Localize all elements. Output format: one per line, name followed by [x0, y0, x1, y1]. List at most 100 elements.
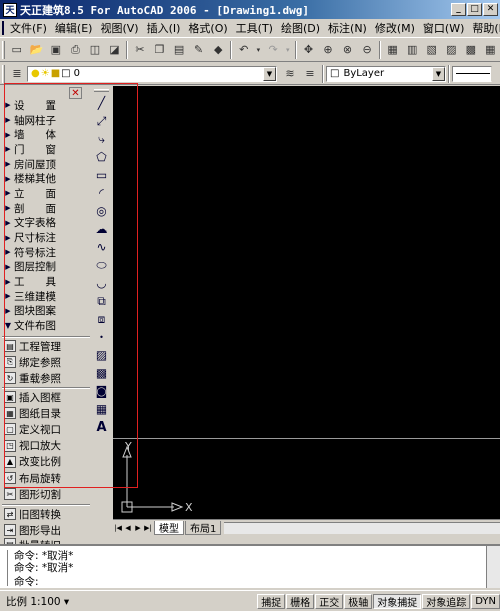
copy-icon[interactable]: ❐	[151, 41, 169, 59]
sub-item-export-graphic[interactable]: ⇥ 图形导出	[2, 522, 90, 538]
hatch-icon[interactable]: ▨	[93, 347, 110, 364]
command-window[interactable]: 命令: *取消* 命令: *取消* 命令:	[0, 544, 500, 588]
sub-item-convert-old[interactable]: ⇄ 旧图转换	[2, 506, 90, 522]
horizontal-scrollbar[interactable]	[224, 522, 500, 534]
category-item-stairs[interactable]: ▶ 楼梯其他	[2, 171, 90, 186]
color-dropdown[interactable]: □ ByLayer ▼	[326, 65, 446, 82]
undo-icon[interactable]: ↶	[235, 41, 253, 59]
layer-dropdown[interactable]: ● ☀ ■ □ 0 ▼	[27, 65, 277, 82]
ellipse-icon[interactable]: ⬭	[93, 257, 110, 274]
save-icon[interactable]: ▣	[47, 41, 65, 59]
document-icon[interactable]	[2, 21, 4, 35]
polyline-icon[interactable]: ⤷	[93, 131, 110, 148]
sheet-set-icon[interactable]: ▨	[443, 41, 461, 59]
gradient-icon[interactable]: ▩	[93, 365, 110, 382]
sub-item-define-viewport[interactable]: ▢ 定义视口	[2, 421, 90, 437]
command-prompt[interactable]: 命令:	[14, 574, 39, 589]
sub-item-reload-reference[interactable]: ↻ 重载参照	[2, 370, 90, 386]
prev-tab-icon[interactable]: ◀	[123, 523, 133, 534]
category-item-3d-model[interactable]: ▶ 三维建模	[2, 289, 90, 304]
arc-icon[interactable]: ◜	[93, 185, 110, 202]
scale-selector[interactable]: 比例 1:100 ▾	[0, 594, 256, 609]
linetype-dropdown[interactable]	[452, 65, 492, 82]
category-item-block-hatch[interactable]: ▶ 图块图案	[2, 304, 90, 319]
new-icon[interactable]: ▭	[8, 41, 26, 59]
pan-icon[interactable]: ✥	[300, 41, 318, 59]
category-item-room-roof[interactable]: ▶ 房间屋顶	[2, 157, 90, 172]
zoom-window-icon[interactable]: ⊗	[339, 41, 357, 59]
sub-item-rotate-layout[interactable]: ↺ 布局旋转	[2, 470, 90, 486]
region-icon[interactable]: ◙	[93, 383, 110, 400]
menu-tools[interactable]: 工具(T)	[232, 20, 277, 36]
tab-model[interactable]: 模型	[154, 521, 184, 535]
properties-icon[interactable]: ▦	[384, 41, 402, 59]
construction-line-icon[interactable]: ⤢	[93, 113, 110, 130]
menu-format[interactable]: 格式(O)	[184, 20, 231, 36]
point-icon[interactable]: •	[93, 329, 110, 346]
redo-icon[interactable]: ↷	[264, 41, 282, 59]
next-tab-icon[interactable]: ▶	[133, 523, 143, 534]
polygon-icon[interactable]: ⬠	[93, 149, 110, 166]
menu-insert[interactable]: 插入(I)	[143, 20, 185, 36]
first-tab-icon[interactable]: |◀	[113, 523, 123, 534]
menu-dimension[interactable]: 标注(N)	[324, 20, 371, 36]
insert-block-icon[interactable]: ⧉	[93, 293, 110, 310]
table-icon[interactable]: ▦	[93, 401, 110, 418]
preview-icon[interactable]: ◫	[86, 41, 104, 59]
ortho-toggle[interactable]: 正交	[315, 593, 344, 609]
sub-item-cut-graphic[interactable]: ✂ 图形切割	[2, 486, 90, 502]
menu-modify[interactable]: 修改(M)	[371, 20, 419, 36]
menu-window[interactable]: 窗口(W)	[419, 20, 468, 36]
menu-draw[interactable]: 绘图(D)	[277, 20, 324, 36]
tool-palettes-icon[interactable]: ▧	[423, 41, 441, 59]
sub-item-project-manage[interactable]: ▤ 工程管理	[2, 338, 90, 354]
category-item-elevation[interactable]: ▶ 立 面	[2, 186, 90, 201]
dyn-toggle[interactable]: DYN	[471, 593, 500, 609]
last-tab-icon[interactable]: ▶|	[143, 523, 153, 534]
quickcalc-icon[interactable]: ▦	[482, 41, 500, 59]
category-item-tools[interactable]: ▶ 工 具	[2, 274, 90, 289]
category-item-dimension[interactable]: ▶ 尺寸标注	[2, 230, 90, 245]
print-icon[interactable]: ⎙	[67, 41, 85, 59]
publish-icon[interactable]: ◪	[106, 41, 124, 59]
multiline-text-icon[interactable]: A	[93, 419, 110, 436]
chevron-down-icon[interactable]: ▼	[432, 66, 445, 81]
grid-toggle[interactable]: 栅格	[286, 593, 315, 609]
category-item-axis-column[interactable]: ▶ 轴网柱子	[2, 113, 90, 128]
markup-icon[interactable]: ▩	[462, 41, 480, 59]
otrack-toggle[interactable]: 对象追踪	[422, 593, 471, 609]
sub-item-drawing-catalog[interactable]: ▦ 图纸目录	[2, 405, 90, 421]
minimize-button[interactable]: _	[451, 3, 466, 16]
sub-item-change-scale[interactable]: ▲ 改变比例	[2, 454, 90, 470]
menu-help[interactable]: 帮助(H)	[468, 20, 500, 36]
menu-view[interactable]: 视图(V)	[96, 20, 142, 36]
command-grip[interactable]	[2, 550, 8, 586]
category-item-symbol[interactable]: ▶ 符号标注	[2, 245, 90, 260]
redo-dropdown-icon[interactable]: ▾	[284, 41, 292, 59]
polar-toggle[interactable]: 极轴	[344, 593, 373, 609]
category-item-layer-control[interactable]: ▶ 图层控制	[2, 260, 90, 275]
category-item-settings[interactable]: ▶ 设 置	[2, 98, 90, 113]
revision-cloud-icon[interactable]: ☁	[93, 221, 110, 238]
toolbar-grip[interactable]	[94, 89, 109, 92]
toolbar-grip[interactable]	[2, 64, 5, 83]
sub-item-bind-reference[interactable]: ⎘ 绑定参照	[2, 354, 90, 370]
menu-edit[interactable]: 编辑(E)	[51, 20, 97, 36]
block-editor-icon[interactable]: ◆	[209, 41, 227, 59]
cut-icon[interactable]: ✂	[131, 41, 149, 59]
category-item-text-table[interactable]: ▶ 文字表格	[2, 216, 90, 231]
circle-icon[interactable]: ◎	[93, 203, 110, 220]
make-current-icon[interactable]: ≋	[281, 65, 299, 83]
chevron-down-icon[interactable]: ▼	[263, 66, 276, 81]
ellipse-arc-icon[interactable]: ◡	[93, 275, 110, 292]
toolbar-grip[interactable]	[2, 40, 5, 59]
category-item-wall[interactable]: ▶ 墙 体	[2, 127, 90, 142]
match-properties-icon[interactable]: ✎	[190, 41, 208, 59]
layer-manager-icon[interactable]: ≣	[8, 65, 26, 83]
spline-icon[interactable]: ∿	[93, 239, 110, 256]
line-icon[interactable]: ╱	[93, 95, 110, 112]
category-item-section[interactable]: ▶ 剖 面	[2, 201, 90, 216]
menu-file[interactable]: 文件(F)	[6, 20, 51, 36]
layer-previous-icon[interactable]: ≡	[301, 65, 319, 83]
zoom-realtime-icon[interactable]: ⊕	[319, 41, 337, 59]
